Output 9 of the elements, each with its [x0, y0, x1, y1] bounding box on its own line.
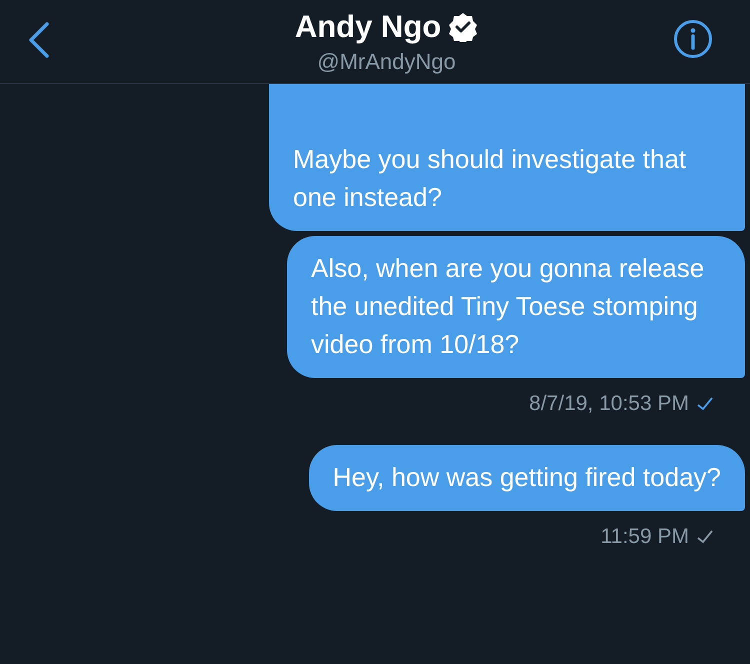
back-icon[interactable] [28, 22, 50, 58]
contact-name: Andy Ngo [294, 8, 442, 44]
message-bubble: Maybe you should investigate that one instead? [269, 84, 745, 231]
message-timestamp: 8/7/19, 10:53 PM [529, 392, 689, 416]
message-bubble: Hey, how was getting fired today? [308, 445, 745, 511]
contact-handle: @MrAndyNgo [317, 48, 456, 74]
message-bubble: Also, when are you gonna release the unedited Tiny Toese stomping video from 10/18? [287, 236, 745, 378]
message-timestamp: 11:59 PM [600, 525, 689, 549]
info-icon[interactable] [673, 18, 713, 58]
